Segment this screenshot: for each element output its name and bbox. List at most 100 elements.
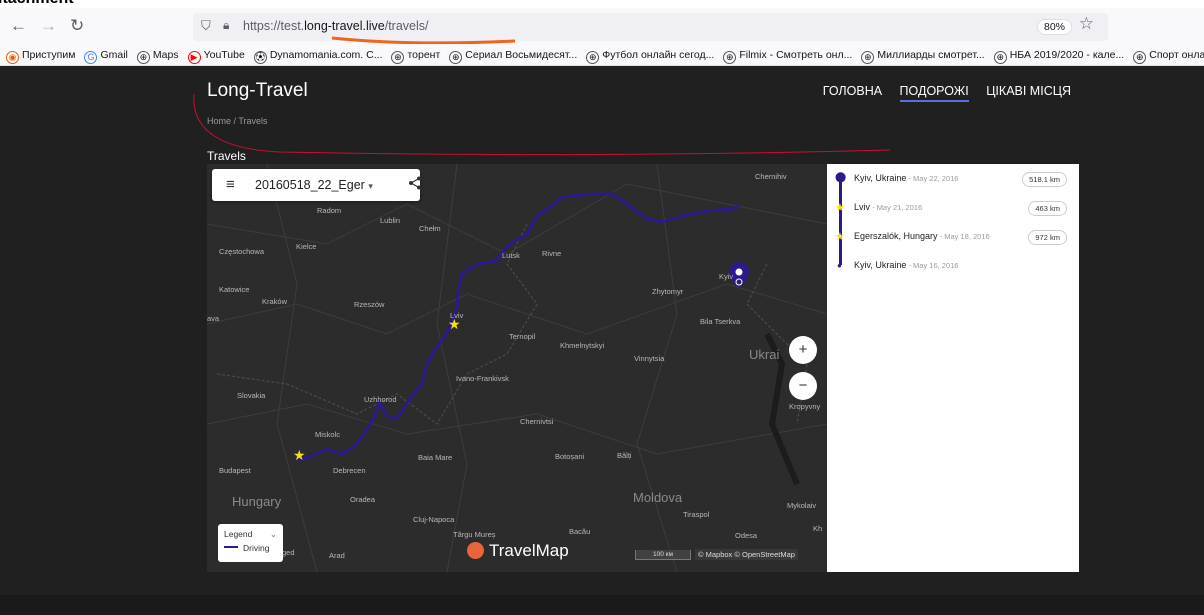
stop-place: Egerszalók, Hungary	[854, 231, 938, 241]
globe-icon: ⊕	[993, 51, 1007, 64]
shield-icon[interactable]: ⛉	[201, 18, 211, 34]
browser-toolbar: ← → ↻ ⛉ 🔒︎ https://test.long-travel.live…	[0, 8, 1204, 45]
map-place-label: Lviv	[450, 311, 464, 320]
bookmark-label: Filmix - Смотреть онл...	[739, 49, 853, 61]
bookmark-label: Сериал Восьмидесят...	[465, 49, 578, 61]
stop-date: May 21, 2016	[876, 203, 923, 212]
zoom-indicator[interactable]: 80%	[1036, 19, 1072, 35]
bookmark-item[interactable]: ⊕ НБА 2019/2020 - кале...	[993, 44, 1124, 65]
bookmark-item[interactable]: ⊕ Filmix - Смотреть онл...	[723, 44, 853, 65]
trip-select[interactable]: 20160518_22_Eger ▾	[255, 178, 373, 192]
bookmark-label: YouTube	[203, 49, 245, 61]
forward-button[interactable]: →	[40, 16, 57, 36]
bookmark-label: Maps	[152, 49, 179, 61]
nav-travels[interactable]: ПОДОРОЖІ	[899, 84, 969, 102]
map-place-label: Bacău	[569, 527, 591, 536]
star-icon: ★	[835, 231, 845, 243]
url-path: /travels/	[384, 19, 429, 33]
bookmark-item[interactable]: ⊕ Сериал Восьмидесят...	[449, 44, 578, 65]
globe-icon: ⊕	[723, 51, 737, 64]
driving-line-swatch	[224, 546, 238, 548]
map-stop-marker[interactable]: ★	[293, 447, 306, 463]
globe-icon: ⊕	[861, 51, 875, 64]
back-button[interactable]: ←	[10, 16, 27, 36]
bookmark-item[interactable]: ⚽︎ Dynamomania.com. C...	[253, 44, 382, 65]
map-place-label: Budapest	[219, 466, 251, 475]
map-place-label: Slovakia	[237, 391, 266, 400]
map-place-label: Mykolaiv	[787, 501, 817, 510]
clipped-title-text: itachment	[0, 0, 74, 8]
map-place-label: Bălți	[617, 451, 632, 460]
bookmark-item[interactable]: ◉ Приступим	[6, 44, 75, 65]
map-place-label: Baia Mare	[418, 453, 453, 462]
bookmark-item[interactable]: ⊕ торент	[391, 44, 441, 65]
itinerary-stop[interactable]: Lviv - May 21, 2016	[854, 202, 922, 212]
stop-separator: -	[870, 203, 877, 212]
zoom-in-button[interactable]: +	[789, 336, 817, 364]
map-place-label: Cluj-Napoca	[413, 515, 455, 524]
itinerary-timeline	[839, 179, 842, 265]
bookmark-item[interactable]: G Gmail	[84, 44, 128, 65]
map-place-label: Częstochowa	[219, 247, 265, 256]
globe-icon: ⊕	[136, 51, 150, 64]
map-place-label: Chełm	[419, 224, 441, 233]
bookmark-item[interactable]: ⊕ Maps	[136, 44, 179, 65]
map-place-label: Vinnytsia	[634, 354, 665, 363]
map-place-label: Botoșani	[555, 452, 585, 461]
start-dot-icon: ●	[837, 261, 842, 270]
firefox-icon: ◉	[6, 51, 19, 64]
bookmark-label: торент	[407, 49, 441, 61]
map-place-label: Odesa	[735, 531, 758, 540]
bookmark-item[interactable]: ⊕ Футбол онлайн сегод...	[586, 44, 715, 65]
trip-selector-bar[interactable]: ≡ 20160518_22_Eger ▾	[212, 169, 421, 201]
bookmark-label: Футбол онлайн сегод...	[602, 49, 715, 61]
star-icon: ★	[835, 202, 845, 214]
map-legend[interactable]: Legend ⌄ Driving	[218, 524, 283, 562]
map-place-label: Rzeszów	[354, 300, 385, 309]
youtube-icon: ▶	[187, 51, 201, 64]
stop-distance-badge: 463 km	[1028, 201, 1067, 216]
bookmark-item[interactable]: ▶ YouTube	[187, 44, 245, 65]
itinerary-stop[interactable]: Kyiv, Ukraine - May 16, 2016	[854, 260, 958, 270]
clipped-window-title: itachment	[0, 0, 1204, 8]
map-place-label: Târgu Mureș	[453, 530, 496, 539]
itinerary-stop[interactable]: Egerszalók, Hungary - May 18, 2016	[854, 231, 990, 241]
map-place-label: Debrecen	[333, 466, 366, 475]
map-place-label: Bila Tserkva	[700, 317, 741, 326]
url-text[interactable]: https://test.long-travel.live/travels/	[243, 19, 429, 33]
travelmap-logo: TravelMap	[467, 541, 569, 561]
globe-icon: ⊕	[391, 51, 405, 64]
bookmark-item[interactable]: ⊕ Миллиарды смотрет...	[861, 44, 985, 65]
reload-button[interactable]: ↻	[70, 16, 84, 36]
map-place-label: Kropyvny	[789, 402, 821, 411]
bookmark-star-icon[interactable]: ☆	[1079, 14, 1094, 34]
map-attribution[interactable]: © Mapbox © OpenStreetMap	[695, 549, 798, 560]
lock-icon[interactable]: 🔒︎	[223, 18, 229, 33]
map-place-label: Chernihiv	[755, 172, 787, 181]
travel-map[interactable]: ★ ★ Chernihiv Radom Lublin Chełm Lutsk Rivne C…	[207, 164, 827, 572]
zoom-out-button[interactable]: −	[789, 372, 817, 400]
stop-date: May 18, 2016	[944, 232, 990, 241]
map-place-label: Moldova	[633, 490, 683, 505]
url-prefix: https://test.	[243, 19, 305, 33]
map-scale: 100 км	[635, 550, 691, 560]
map-place-label: Katowice	[219, 285, 250, 294]
stop-date: May 22, 2016	[913, 174, 959, 183]
map-canvas[interactable]: ★ ★	[207, 164, 827, 572]
map-place-label: Hungary	[232, 494, 282, 509]
legend-driving-label: Driving	[243, 543, 270, 553]
map-place-label: Kh	[813, 524, 823, 533]
bookmark-label: Миллиарды смотрет...	[877, 49, 985, 61]
nav-places[interactable]: ЦІКАВІ МІСЦЯ	[986, 84, 1071, 98]
ball-icon: ⚽︎	[253, 51, 267, 64]
chevron-down-icon[interactable]: ⌄	[270, 529, 277, 540]
menu-icon[interactable]: ≡	[226, 176, 235, 193]
itinerary-stop[interactable]: Kyiv, Ukraine - May 22, 2016	[854, 173, 958, 183]
globe-icon: ⊕	[1133, 51, 1147, 64]
bookmark-item[interactable]: ⊕Спорт онлайн	[1133, 44, 1204, 65]
site-page: Long-Travel ГОЛОВНА ПОДОРОЖІ ЦІКАВІ МІСЦ…	[0, 66, 1204, 595]
annotation-red-outline	[193, 93, 891, 156]
map-place-label: Uzhhorod	[364, 395, 397, 404]
map-place-label: Oradea	[350, 495, 376, 504]
stop-distance-badge: 972 km	[1028, 230, 1067, 245]
